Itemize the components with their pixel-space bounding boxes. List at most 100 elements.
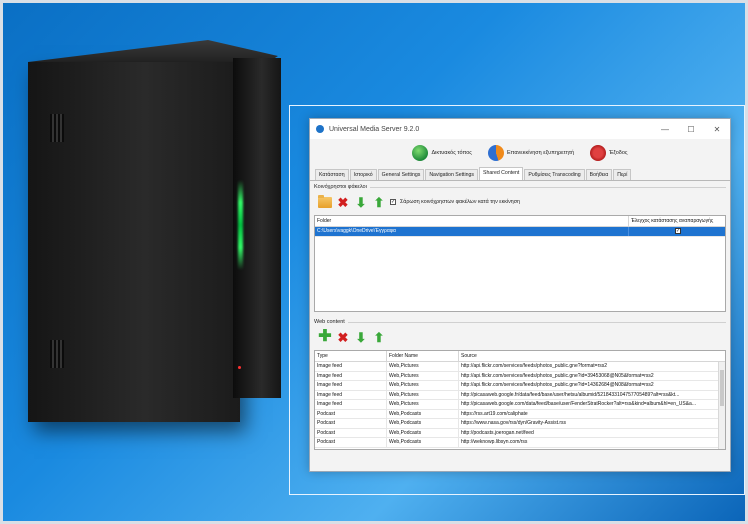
power-led-green	[238, 180, 243, 270]
titlebar[interactable]: Universal Media Server 9.2.0 — ☐ ✕	[310, 119, 730, 139]
table-row[interactable]: Podcast Web,Podcasts http://podcasts.joero…	[315, 428, 718, 438]
type-cell: Image feed	[315, 390, 387, 399]
folder-name-cell: Web,Pictures	[387, 381, 459, 390]
shared-folders-actions: ✖ ⬇ ⬆ ✓ Σάρωση κοινόχρηστων φακέλων κατά…	[314, 192, 726, 212]
maximize-button[interactable]: ☐	[678, 125, 704, 134]
exit-button[interactable]: Έξοδος	[590, 145, 628, 161]
source-cell: http://weknowp.libsyn.com/rss	[461, 439, 528, 446]
tab-about[interactable]: Περί	[613, 169, 632, 180]
web-content-actions: ✚ ✖ ⬇ ⬆	[314, 327, 726, 347]
exit-label: Έξοδος	[609, 150, 628, 156]
server-tower-illustration	[28, 40, 281, 440]
table-row[interactable]: Image feed Web,Pictures http://picasaweb.g…	[315, 390, 718, 400]
table-header: Folder Έλεγχος κατάστασης αναπαραγωγής	[315, 216, 725, 227]
tab-general-settings[interactable]: General Settings	[377, 169, 425, 180]
scrollbar-thumb[interactable]	[720, 370, 724, 406]
web-content-rows: Image feed Web,Pictures http://api.flickr.…	[315, 362, 718, 448]
arrow-down-icon: ⬇	[355, 194, 367, 210]
x-icon: ✖	[337, 329, 349, 345]
tab-shared-content[interactable]: Shared Content	[479, 167, 524, 180]
shared-folders-header: Κοινόχρηστοι φάκελοι	[314, 184, 726, 190]
move-folder-up-button[interactable]: ⬆	[372, 195, 386, 209]
restart-server-button[interactable]: Επανεκκίνηση εξυπηρετητή	[487, 145, 575, 161]
column-header-folder-name[interactable]: Folder Name	[387, 351, 459, 361]
monitor-cell: ✓	[629, 227, 725, 236]
power-icon	[590, 145, 607, 161]
folder-name-cell: Web,Podcasts	[387, 438, 459, 447]
tab-navigation-settings[interactable]: Navigation Settings	[425, 169, 479, 180]
close-button[interactable]: ✕	[704, 125, 730, 134]
table-row[interactable]: Image feed Web,Pictures http://api.flickr.…	[315, 371, 718, 381]
restart-label: Επανεκκίνηση εξυπηρετητή	[506, 150, 575, 156]
window-title: Universal Media Server 9.2.0	[329, 125, 420, 133]
type-cell: Image feed	[315, 362, 387, 371]
minimize-button[interactable]: —	[652, 125, 678, 134]
folder-name-cell: Web,Podcasts	[387, 409, 459, 418]
source-cell: http://picasaweb.google.com/data/feed/ba…	[461, 401, 696, 408]
scan-on-startup-label: Σάρωση κοινόχρηστων φακέλων κατά την εκκ…	[400, 199, 520, 205]
folder-name-cell: Web,Pictures	[387, 400, 459, 409]
move-web-content-down-button[interactable]: ⬇	[354, 330, 368, 344]
shared-content-panel: Κοινόχρηστοι φάκελοι ✖ ⬇ ⬆ ✓ Σάρωση κοιν…	[310, 181, 730, 453]
move-web-content-up-button[interactable]: ⬆	[372, 330, 386, 344]
type-cell: Podcast	[315, 409, 387, 418]
source-cell: http://podcasts.joerogan.net/feed	[461, 429, 534, 436]
server-body	[28, 62, 240, 422]
table-row[interactable]: Image feed Web,Pictures http://picasaweb.g…	[315, 400, 718, 410]
type-cell: Podcast	[315, 438, 387, 447]
move-folder-down-button[interactable]: ⬇	[354, 195, 368, 209]
divider	[369, 186, 726, 188]
monitor-checkbox[interactable]: ✓	[675, 228, 681, 235]
table-row[interactable]: Podcast Web,Podcasts https://rss.art19.com…	[315, 409, 718, 419]
web-content-table: Type Folder Name Source Image feed Web,Pi…	[314, 350, 726, 450]
table-row[interactable]: C:\Users\vaggk\OneDrive\Έγγραφα ✓	[315, 227, 725, 237]
add-folder-button[interactable]	[318, 194, 332, 209]
app-logo-icon	[316, 125, 324, 133]
app-window: Universal Media Server 9.2.0 — ☐ ✕ Δικτυ…	[309, 118, 731, 472]
column-header-type[interactable]: Type	[315, 351, 387, 361]
tab-status[interactable]: Κατάσταση	[315, 169, 349, 180]
table-header: Type Folder Name Source	[315, 351, 725, 362]
folder-name-cell: Web,Podcasts	[387, 419, 459, 428]
table-row[interactable]: Image feed Web,Pictures http://api.flickr.…	[315, 381, 718, 391]
table-row[interactable]: Podcast Web,Podcasts https://www.nasa.gov/…	[315, 419, 718, 429]
tab-transcoding-settings[interactable]: Ρυθμίσεις Transcoding	[524, 169, 585, 180]
add-web-content-button[interactable]: ✚	[318, 328, 332, 345]
tab-help[interactable]: Βοήθεια	[585, 169, 613, 180]
table-row[interactable]: Podcast Web,Podcasts http://weknowp.libsyn…	[315, 438, 718, 448]
source-cell: http://api.flickr.com/services/feeds/pho…	[461, 372, 654, 379]
website-label: Δικτυακός τόπος	[431, 150, 472, 156]
web-content-title: Web content	[314, 319, 345, 325]
folder-name-cell: Web,Podcasts	[387, 428, 459, 437]
folder-name-cell: Web,Pictures	[387, 362, 459, 371]
folder-name-cell: Web,Pictures	[387, 390, 459, 399]
arrow-down-icon: ⬇	[355, 329, 367, 345]
plus-icon: ✚	[318, 328, 332, 345]
type-cell: Image feed	[315, 400, 387, 409]
vent-icon	[50, 340, 64, 368]
restart-icon	[487, 145, 504, 161]
source-cell: http://api.flickr.com/services/feeds/pho…	[461, 382, 654, 389]
column-header-monitor[interactable]: Έλεγχος κατάστασης αναπαραγωγής	[629, 216, 725, 226]
shared-folders-table: Folder Έλεγχος κατάστασης αναπαραγωγής C…	[314, 215, 726, 312]
tab-history[interactable]: Ιστορικό	[349, 169, 377, 180]
folder-icon	[318, 194, 332, 208]
website-button[interactable]: Δικτυακός τόπος	[412, 145, 472, 161]
arrow-up-icon: ⬆	[373, 329, 385, 345]
column-header-source[interactable]: Source	[459, 351, 725, 361]
web-content-header: Web content	[314, 319, 726, 325]
type-cell: Podcast	[315, 419, 387, 428]
arrow-up-icon: ⬆	[373, 194, 385, 210]
folder-name-cell: Web,Pictures	[387, 371, 459, 380]
folder-path-cell: C:\Users\vaggk\OneDrive\Έγγραφα	[315, 227, 629, 236]
scan-on-startup-checkbox[interactable]: ✓	[390, 199, 396, 205]
status-led-red	[238, 366, 241, 369]
vertical-scrollbar[interactable]	[718, 362, 725, 449]
remove-web-content-button[interactable]: ✖	[336, 330, 350, 344]
main-toolbar: Δικτυακός τόπος Επανεκκίνηση εξυπηρετητή…	[310, 139, 730, 167]
column-header-folder[interactable]: Folder	[315, 216, 629, 226]
source-cell: https://www.nasa.gov/rss/dyn/Gravity-Ass…	[461, 420, 567, 427]
remove-folder-button[interactable]: ✖	[336, 195, 350, 209]
source-cell: http://api.flickr.com/services/feeds/pho…	[461, 363, 608, 370]
table-row[interactable]: Image feed Web,Pictures http://api.flickr.…	[315, 362, 718, 372]
